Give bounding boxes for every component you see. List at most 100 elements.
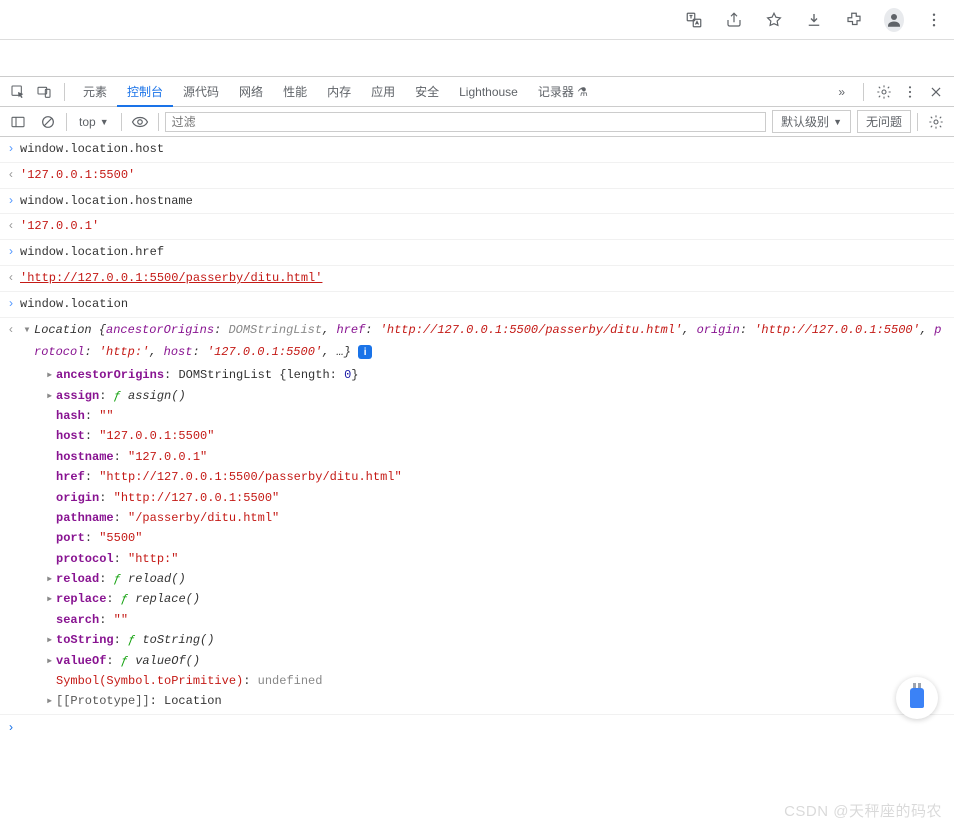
extensions-icon[interactable] [844, 10, 864, 30]
console-input-echo: ›window.location.href [0, 240, 954, 266]
object-property[interactable]: ▸valueOf: ƒ valueOf() [46, 651, 954, 671]
console-text: '127.0.0.1' [20, 215, 948, 238]
log-level-label: 默认级别 [781, 113, 829, 130]
divider [158, 113, 159, 131]
object-property[interactable]: search: "" [46, 610, 954, 630]
divider [64, 83, 65, 101]
object-property[interactable]: ▸reload: ƒ reload() [46, 569, 954, 589]
issues-button[interactable]: 无问题 [857, 110, 911, 133]
console-output-line: ‹'127.0.0.1:5500' [0, 163, 954, 189]
console-text: '127.0.0.1:5500' [20, 164, 948, 187]
filter-input[interactable] [165, 112, 766, 132]
object-property[interactable]: origin: "http://127.0.0.1:5500" [46, 488, 954, 508]
kebab-icon[interactable] [898, 80, 922, 104]
output-chevron-icon[interactable]: ‹ [2, 215, 20, 238]
share-icon[interactable] [724, 10, 744, 30]
profile-icon[interactable] [884, 10, 904, 30]
input-chevron-icon[interactable]: › [2, 293, 20, 316]
console-text: window.location.host [20, 138, 948, 161]
console-text: 'http://127.0.0.1:5500/passerby/ditu.htm… [20, 267, 948, 290]
object-property[interactable]: Symbol(Symbol.toPrimitive): undefined [46, 671, 954, 691]
tab-9[interactable]: 记录器 ⚗ [528, 77, 598, 107]
live-expression-icon[interactable] [128, 110, 152, 134]
object-property[interactable]: ▸ancestorOrigins: DOMStringList {length:… [46, 365, 954, 385]
close-icon[interactable] [924, 80, 948, 104]
translate-icon[interactable] [684, 10, 704, 30]
tab-7[interactable]: 安全 [405, 77, 449, 107]
console-input-echo: ›window.location.hostname [0, 189, 954, 215]
info-badge-icon[interactable]: i [358, 345, 372, 359]
chevron-down-icon: ▼ [833, 117, 842, 127]
tab-1[interactable]: 控制台 [117, 77, 173, 107]
prop-caret-icon[interactable]: ▸ [46, 630, 56, 650]
tab-3[interactable]: 网络 [229, 77, 273, 107]
download-icon[interactable] [804, 10, 824, 30]
star-icon[interactable] [764, 10, 784, 30]
tab-8[interactable]: Lighthouse [449, 77, 528, 107]
watermark: CSDN @天秤座的码农 [784, 800, 942, 821]
console-settings-icon[interactable] [924, 110, 948, 134]
sidebar-toggle-icon[interactable] [6, 110, 30, 134]
console-input-echo: ›window.location [0, 292, 954, 318]
console-output-line: ‹'127.0.0.1' [0, 214, 954, 240]
console-text: window.location.href [20, 241, 948, 264]
input-chevron-icon[interactable]: › [2, 138, 20, 161]
tab-0[interactable]: 元素 [73, 77, 117, 107]
object-property[interactable]: protocol: "http:" [46, 549, 954, 569]
context-label: top [79, 115, 96, 129]
object-property[interactable]: ▸replace: ƒ replace() [46, 589, 954, 609]
menu-icon[interactable] [924, 10, 944, 30]
object-properties: ▸ancestorOrigins: DOMStringList {length:… [0, 365, 954, 715]
object-property[interactable]: ▸[[Prototype]]: Location [46, 691, 954, 711]
more-tabs-button[interactable]: » [828, 77, 855, 107]
console-output: ›window.location.host‹'127.0.0.1:5500'›w… [0, 137, 954, 748]
device-toggle-icon[interactable] [32, 80, 56, 104]
object-property[interactable]: hostname: "127.0.0.1" [46, 447, 954, 467]
tab-5[interactable]: 内存 [317, 77, 361, 107]
settings-icon[interactable] [872, 80, 896, 104]
page-content-gap [0, 40, 954, 76]
devtools-tab-strip: 元素控制台源代码网络性能内存应用安全Lighthouse记录器 ⚗ » [0, 77, 954, 107]
context-selector[interactable]: top ▼ [73, 113, 115, 131]
issues-label: 无问题 [866, 113, 902, 130]
object-property[interactable]: pathname: "/passerby/ditu.html" [46, 508, 954, 528]
usb-badge[interactable] [896, 677, 938, 719]
console-input-echo: ›window.location.host [0, 137, 954, 163]
console-prompt[interactable]: › [0, 715, 954, 742]
chevron-down-icon: ▼ [100, 117, 109, 127]
console-output-line: ‹'http://127.0.0.1:5500/passerby/ditu.ht… [0, 266, 954, 292]
expand-caret-icon[interactable]: ▾ [20, 319, 34, 342]
object-property[interactable]: hash: "" [46, 406, 954, 426]
prop-caret-icon[interactable]: ▸ [46, 569, 56, 589]
prop-caret-icon[interactable]: ▸ [46, 589, 56, 609]
prop-caret-icon[interactable]: ▸ [46, 386, 56, 406]
tab-6[interactable]: 应用 [361, 77, 405, 107]
prompt-chevron-icon: › [2, 717, 20, 740]
output-chevron-icon[interactable]: ‹ [2, 164, 20, 187]
output-chevron-icon[interactable]: ‹ [2, 267, 20, 290]
inspect-icon[interactable] [6, 80, 30, 104]
console-text: window.location [20, 293, 948, 316]
divider [121, 113, 122, 131]
output-chevron-icon[interactable]: ‹ [2, 319, 20, 342]
log-level-select[interactable]: 默认级别 ▼ [772, 110, 851, 133]
console-toolbar: top ▼ 默认级别 ▼ 无问题 [0, 107, 954, 137]
input-chevron-icon[interactable]: › [2, 241, 20, 264]
prop-caret-icon[interactable]: ▸ [46, 651, 56, 671]
clear-console-icon[interactable] [36, 110, 60, 134]
prop-caret-icon[interactable]: ▸ [46, 691, 56, 711]
tab-2[interactable]: 源代码 [173, 77, 229, 107]
object-property[interactable]: host: "127.0.0.1:5500" [46, 426, 954, 446]
object-property[interactable]: port: "5500" [46, 528, 954, 548]
browser-top-bar [0, 0, 954, 40]
object-property[interactable]: ▸toString: ƒ toString() [46, 630, 954, 650]
prop-caret-icon[interactable]: ▸ [46, 365, 56, 385]
object-property[interactable]: href: "http://127.0.0.1:5500/passerby/di… [46, 467, 954, 487]
object-property[interactable]: ▸assign: ƒ assign() [46, 386, 954, 406]
console-text: window.location.hostname [20, 190, 948, 213]
tab-4[interactable]: 性能 [273, 77, 317, 107]
divider [66, 113, 67, 131]
input-chevron-icon[interactable]: › [2, 190, 20, 213]
object-summary[interactable]: Location {ancestorOrigins: DOMStringList… [34, 319, 948, 365]
console-output-object: ‹▾Location {ancestorOrigins: DOMStringLi… [0, 318, 954, 366]
